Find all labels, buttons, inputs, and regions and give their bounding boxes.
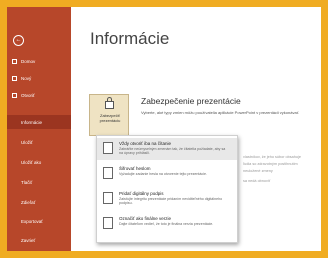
menu-item-always-read-only[interactable]: Vždy otvoriť iba na čítanie Zabráňte neú… bbox=[97, 138, 237, 160]
background-text: sa nedá obnoviť bbox=[243, 179, 271, 183]
sidebar-item-export[interactable]: Exportovať bbox=[7, 214, 71, 228]
sidebar-item-share[interactable]: Zdieľať bbox=[7, 195, 71, 209]
sidebar-item-new[interactable]: Nový bbox=[7, 71, 71, 85]
menu-item-digital-signature[interactable]: Pridať digitálny podpis Zaisťujte integr… bbox=[97, 188, 237, 210]
sidebar-item-label: Uložiť bbox=[21, 139, 33, 145]
section-title: Zabezpečenie prezentácie bbox=[141, 96, 241, 106]
document-final-icon bbox=[103, 217, 113, 229]
menu-item-description: Vyžadujte zadanie hesla na otvorenie tej… bbox=[119, 172, 207, 176]
protect-button-label: Zabezpečiť prezentáciu bbox=[99, 113, 121, 123]
padlock-icon bbox=[103, 167, 113, 179]
lock-icon bbox=[105, 97, 114, 109]
menu-item-title: Pridať digitálny podpis bbox=[119, 191, 164, 196]
background-text: ľudia so zdravotným postihnutím bbox=[243, 162, 298, 166]
background-text: neuložené zmeny bbox=[243, 169, 273, 173]
home-icon bbox=[12, 58, 17, 64]
page-title: Informácie bbox=[90, 29, 170, 48]
sidebar-item-save[interactable]: Uložiť bbox=[7, 135, 71, 149]
new-document-icon bbox=[12, 75, 17, 81]
sidebar-item-label: Nový bbox=[21, 75, 32, 81]
section-description: Vyberte, aké typy zmien môžu používateli… bbox=[141, 110, 300, 115]
sidebar-item-info[interactable]: Informácie bbox=[7, 115, 71, 129]
sidebar-item-home[interactable]: Domov bbox=[7, 54, 71, 68]
back-arrow-icon[interactable]: ← bbox=[13, 35, 24, 46]
backstage-window: ← Domov Nový Otvoriť Informácie Uložiť U… bbox=[7, 7, 321, 251]
backstage-sidebar: ← Domov Nový Otvoriť Informácie Uložiť U… bbox=[7, 7, 71, 251]
sidebar-item-label: Zavrieť bbox=[21, 237, 36, 243]
sidebar-item-label: Exportovať bbox=[21, 218, 43, 224]
menu-item-description: Dajte čitateľom vedieť, že toto je finál… bbox=[119, 222, 214, 226]
sidebar-item-label: Zdieľať bbox=[21, 199, 36, 205]
signature-icon bbox=[103, 192, 113, 204]
menu-item-description: Zaisťujte integritu prezentácie pridaním… bbox=[119, 197, 223, 206]
menu-item-title: Šifrovať heslom bbox=[119, 166, 151, 171]
sidebar-item-label: Domov bbox=[21, 58, 36, 64]
menu-item-description: Zabráňte neúmyselným zmenám tak, že čita… bbox=[119, 147, 226, 156]
sidebar-item-close[interactable]: Zavrieť bbox=[7, 233, 71, 247]
menu-item-mark-final[interactable]: Označiť ako finálne verzie Dajte čitateľ… bbox=[97, 213, 237, 235]
menu-item-encrypt-password[interactable]: Šifrovať heslom Vyžadujte zadanie hesla … bbox=[97, 163, 237, 185]
protect-dropdown-menu: Vždy otvoriť iba na čítanie Zabráňte neú… bbox=[96, 135, 238, 243]
protect-presentation-button[interactable]: Zabezpečiť prezentáciu bbox=[89, 94, 129, 136]
sidebar-item-label: Informácie bbox=[21, 119, 43, 125]
sidebar-item-open[interactable]: Otvoriť bbox=[7, 88, 71, 102]
menu-item-title: Vždy otvoriť iba na čítanie bbox=[119, 141, 171, 146]
sidebar-item-label: Uložiť ako bbox=[21, 159, 42, 165]
folder-open-icon bbox=[12, 92, 17, 98]
pencil-icon bbox=[103, 142, 113, 154]
menu-item-title: Označiť ako finálne verzie bbox=[119, 216, 171, 221]
sidebar-item-label: Tlačiť bbox=[21, 179, 33, 185]
sidebar-item-save-as[interactable]: Uložiť ako bbox=[7, 155, 71, 169]
sidebar-item-print[interactable]: Tlačiť bbox=[7, 175, 71, 189]
sidebar-item-label: Otvoriť bbox=[21, 92, 35, 98]
background-text: vlastníkov, že jeho súbor obsahuje bbox=[243, 155, 301, 159]
